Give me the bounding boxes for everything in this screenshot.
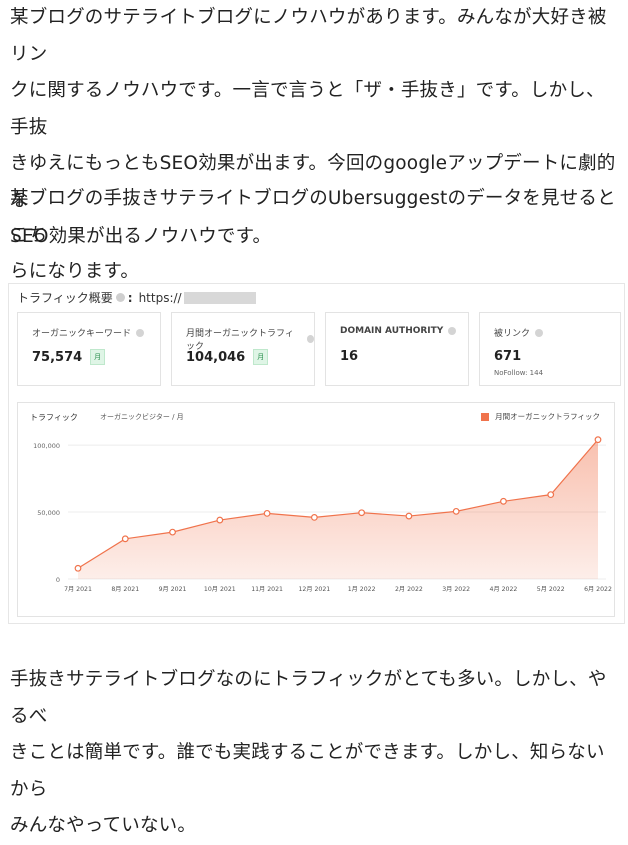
help-icon	[535, 328, 544, 337]
ubersuggest-screenshot: トラフィック概要 : https:// オーガニックキーワード 75,574 月 …	[8, 283, 625, 624]
metric-value: 75,574	[32, 349, 83, 365]
data-point[interactable]	[263, 509, 271, 517]
y-tick-label: 50,000	[37, 509, 60, 517]
x-tick-label: 1月 2022	[348, 586, 376, 593]
traffic-overview-title: トラフィック概要	[17, 291, 113, 305]
traffic-chart-panel: トラフィック オーガニックビジター / 月 月間オーガニックトラフィック 0 50…	[17, 402, 615, 617]
metric-value: 104,046	[186, 349, 246, 365]
x-tick-label: 8月 2021	[111, 586, 139, 593]
y-tick-label: 100,000	[33, 442, 60, 450]
data-intro-paragraph: 某ブログの手抜きサテライトブログのUbersuggestのデータを見せるとこち …	[10, 188, 616, 282]
nofollow-count: NoFollow: 144	[494, 369, 544, 377]
metric-domain-authority: DOMAIN AUTHORITY 16	[325, 312, 469, 386]
metric-value: 16	[340, 349, 359, 364]
data-point[interactable]	[500, 497, 507, 505]
metric-value: 671	[494, 349, 522, 364]
metric-backlinks: 被リンク 671 NoFollow: 144	[479, 312, 621, 386]
month-badge: 月	[253, 349, 269, 365]
x-tick-label: 5月 2022	[537, 586, 565, 593]
data-point[interactable]	[74, 564, 82, 572]
y-tick-label: 0	[56, 576, 60, 584]
data-point[interactable]	[216, 516, 224, 524]
help-icon	[448, 327, 457, 335]
traffic-area-chart: 0 50,000 100,000 7月 2021 8月 2021 9月 2021 10月 2…	[33, 436, 612, 593]
x-tick-label: 9月 2021	[159, 586, 187, 593]
site-url: https://	[138, 290, 182, 305]
traffic-overview-header: トラフィック概要 : https://	[17, 289, 256, 306]
data-point[interactable]	[358, 509, 366, 517]
help-icon	[306, 335, 314, 343]
url-redaction	[183, 291, 256, 304]
data-point[interactable]	[405, 512, 413, 520]
metric-label: 被リンク	[494, 329, 531, 339]
metric-organic-keywords: オーガニックキーワード 75,574 月	[17, 312, 161, 386]
metric-monthly-traffic: 月間オーガニックトラフィック 104,046 月	[171, 312, 315, 386]
data-point[interactable]	[452, 507, 460, 515]
data-point[interactable]	[310, 513, 318, 521]
x-tick-label: 10月 2021	[204, 586, 236, 593]
x-tick-label: 11月 2021	[251, 586, 283, 593]
conclusion-paragraph: 手抜きサテライトブログなのにトラフィックがとても多い。しかし、やるべ きことは簡…	[10, 669, 607, 836]
data-point[interactable]	[594, 436, 602, 444]
traffic-area	[78, 439, 598, 579]
data-point[interactable]	[121, 535, 129, 543]
info-icon	[115, 293, 125, 302]
x-tick-label: 7月 2021	[64, 586, 92, 593]
metric-label: オーガニックキーワード	[32, 329, 132, 339]
month-badge: 月	[90, 349, 106, 365]
x-tick-label: 3月 2022	[442, 586, 470, 593]
data-point[interactable]	[547, 491, 555, 499]
x-tick-label: 4月 2022	[490, 586, 518, 593]
x-tick-label: 12月 2021	[298, 586, 330, 593]
metric-label: DOMAIN AUTHORITY	[340, 326, 444, 336]
x-tick-label: 2月 2022	[395, 586, 423, 593]
help-icon	[136, 328, 145, 337]
data-point[interactable]	[169, 528, 176, 536]
x-tick-label: 6月 2022	[584, 586, 612, 593]
